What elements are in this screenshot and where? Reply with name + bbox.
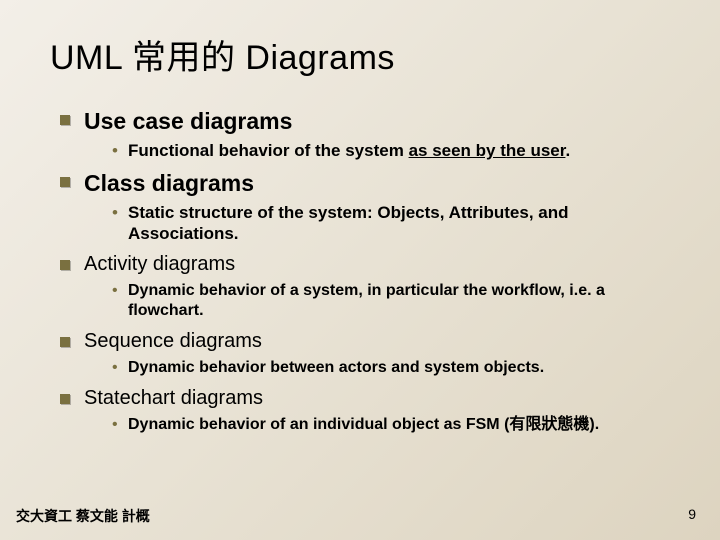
sub-list: Static structure of the system: Objects,… (84, 202, 670, 245)
sub-item: Dynamic behavior of an individual object… (112, 415, 670, 435)
list-item: Use case diagrams Functional behavior of… (60, 107, 670, 161)
sub-text-underline: as seen by the user (409, 141, 566, 160)
list-item: Activity diagrams Dynamic behavior of a … (60, 252, 670, 321)
item-heading: Class diagrams (84, 169, 670, 198)
sub-list: Functional behavior of the system as see… (84, 140, 670, 161)
footer-text: 交大資工 蔡文能 計概 (16, 506, 150, 526)
sub-text-post: . (565, 141, 570, 160)
item-heading: Activity diagrams (84, 252, 670, 277)
list-item: Class diagrams Static structure of the s… (60, 169, 670, 244)
item-heading: Sequence diagrams (84, 329, 670, 354)
sub-list: Dynamic behavior of a system, in particu… (84, 281, 670, 321)
list-item: Statechart diagrams Dynamic behavior of … (60, 386, 670, 435)
sub-item: Dynamic behavior of a system, in particu… (112, 281, 670, 321)
slide: UML 常用的 Diagrams Use case diagrams Funct… (0, 0, 720, 540)
item-heading: Use case diagrams (84, 107, 670, 136)
sub-text-pre: Functional behavior of the system (128, 141, 409, 160)
sub-list: Dynamic behavior between actors and syst… (84, 358, 670, 378)
sub-item: Dynamic behavior between actors and syst… (112, 358, 670, 378)
sub-item: Static structure of the system: Objects,… (112, 202, 670, 245)
bullet-list: Use case diagrams Functional behavior of… (50, 107, 670, 435)
sub-list: Dynamic behavior of an individual object… (84, 415, 670, 435)
list-item: Sequence diagrams Dynamic behavior betwe… (60, 329, 670, 378)
item-heading: Statechart diagrams (84, 386, 670, 411)
page-number: 9 (688, 506, 696, 522)
sub-item: Functional behavior of the system as see… (112, 140, 670, 161)
slide-title: UML 常用的 Diagrams (50, 30, 670, 79)
